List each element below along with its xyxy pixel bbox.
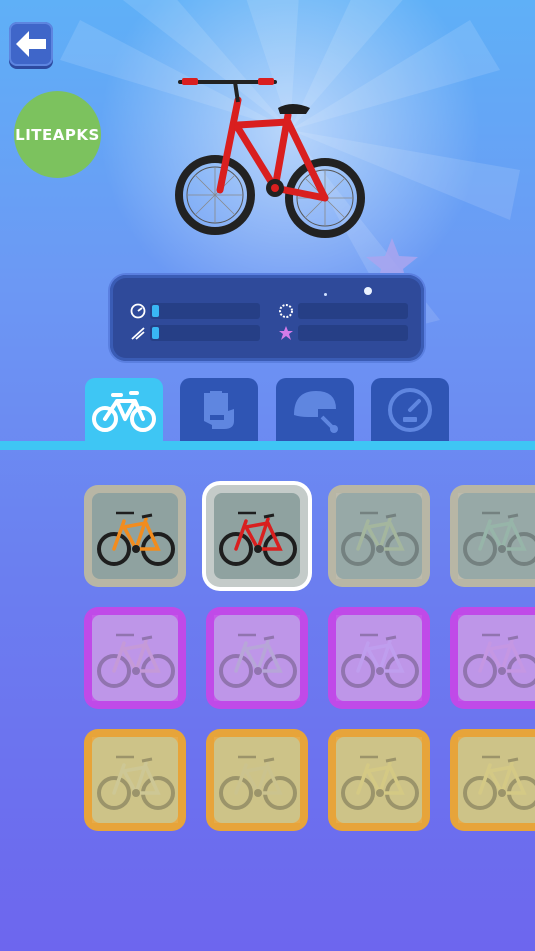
glove-icon xyxy=(204,391,234,429)
stat-speed-fill xyxy=(152,305,159,317)
bike-thumbnail xyxy=(463,633,535,688)
bike-slot[interactable] xyxy=(84,485,186,587)
bike-thumbnail xyxy=(219,755,297,810)
bike-icon xyxy=(92,391,156,432)
stat-control-fill xyxy=(152,327,159,339)
bike-thumbnail xyxy=(219,633,297,688)
bike-slot[interactable] xyxy=(84,729,186,831)
tire-icon xyxy=(278,303,294,319)
bike-slot[interactable] xyxy=(206,729,308,831)
brand-label: LITEAPKS xyxy=(15,125,100,144)
arrow-left-icon xyxy=(16,31,46,57)
stat-grip xyxy=(278,303,408,319)
stat-speed xyxy=(130,303,260,319)
indicator-dot xyxy=(324,293,327,296)
bike-slot[interactable] xyxy=(450,607,535,709)
tab-bikes[interactable] xyxy=(85,378,163,444)
stats-panel xyxy=(110,275,424,361)
bike-preview xyxy=(175,78,365,238)
brand-badge: LITEAPKS xyxy=(14,91,101,178)
boost-icon xyxy=(278,325,294,341)
bike-thumbnail xyxy=(341,633,419,688)
bike-thumbnail xyxy=(341,755,419,810)
indicator-dot-active xyxy=(364,287,372,295)
tab-speedometer[interactable] xyxy=(371,378,449,442)
tab-helmets[interactable] xyxy=(276,378,354,442)
bike-slot-selected[interactable] xyxy=(206,485,308,587)
bike-slot[interactable] xyxy=(328,485,430,587)
bike-slot[interactable] xyxy=(84,607,186,709)
handlebar-icon xyxy=(130,325,146,341)
bike-thumbnail xyxy=(97,755,175,810)
tab-gloves[interactable] xyxy=(180,378,258,442)
speedometer-icon xyxy=(388,388,432,432)
bike-slot[interactable] xyxy=(328,729,430,831)
helmet-icon xyxy=(294,391,338,433)
bike-slot[interactable] xyxy=(450,729,535,831)
stat-control xyxy=(130,325,260,341)
bike-thumbnail xyxy=(341,511,419,566)
tab-underline xyxy=(0,441,535,450)
bike-thumbnail xyxy=(97,511,175,566)
bike-thumbnail xyxy=(219,511,297,566)
back-button[interactable] xyxy=(9,22,53,66)
bike-thumbnail xyxy=(97,633,175,688)
bike-thumbnail xyxy=(463,755,535,810)
bike-slot[interactable] xyxy=(328,607,430,709)
stat-boost xyxy=(278,325,408,341)
bike-thumbnail xyxy=(463,511,535,566)
speedometer-icon xyxy=(130,303,146,319)
category-tabs xyxy=(0,378,535,453)
bike-slot[interactable] xyxy=(206,607,308,709)
bike-slot[interactable] xyxy=(450,485,535,587)
